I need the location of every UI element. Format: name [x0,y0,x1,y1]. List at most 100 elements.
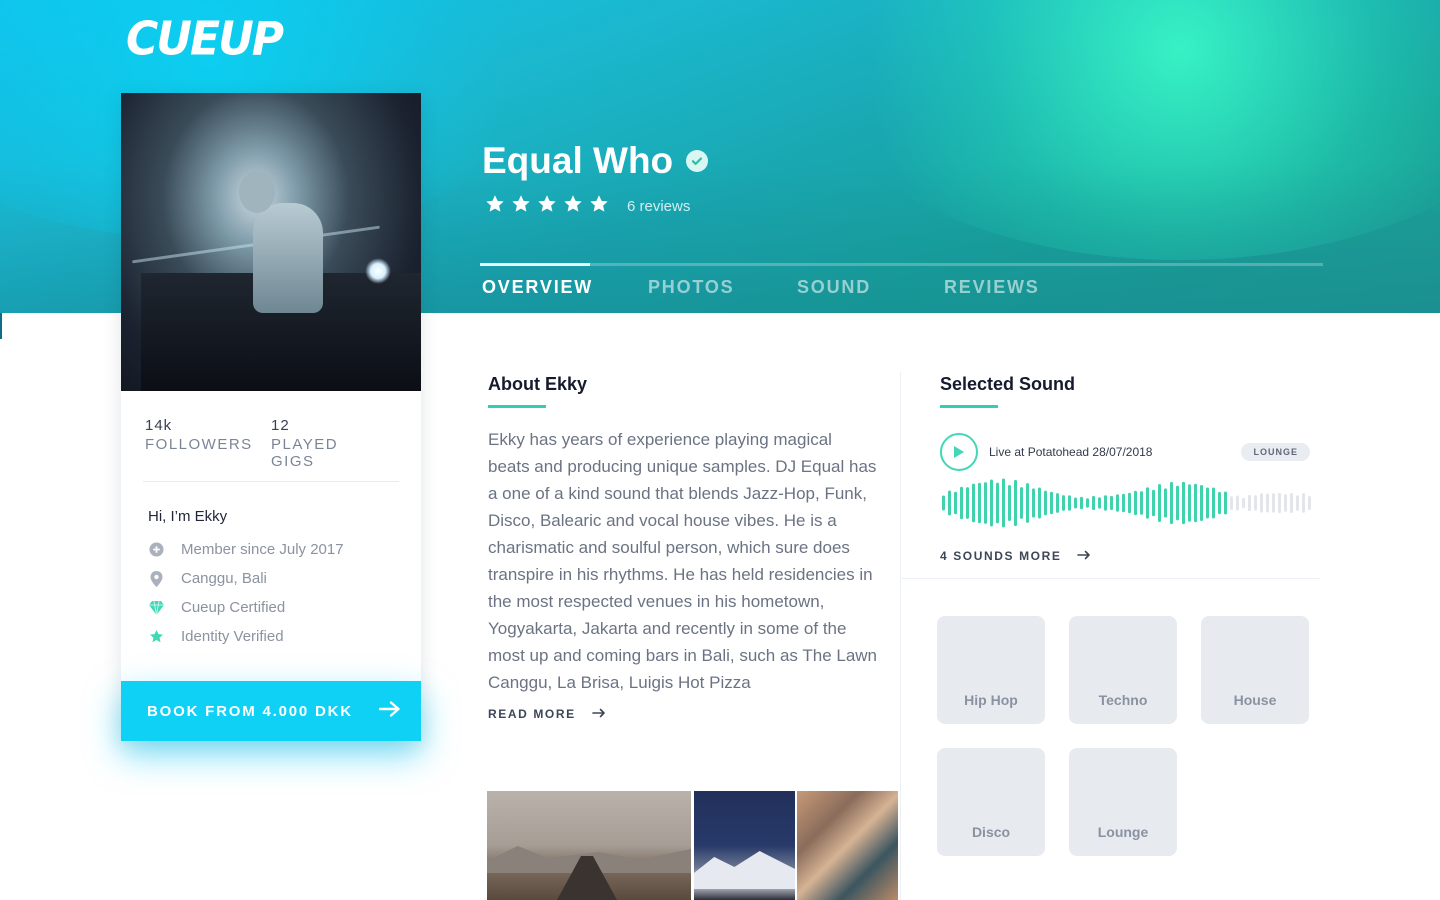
genre-tile-lounge[interactable]: Lounge [1069,748,1177,856]
profile-card: 14k FOLLOWERS 12 PLAYED GIGS Hi, I’m Ekk… [121,93,421,741]
genre-tile-hip-hop[interactable]: Hip Hop [937,616,1045,724]
waveform-bar [1296,495,1299,511]
waveform-bar [960,486,963,520]
waveform-bar [1116,494,1119,512]
photo-thumbnail[interactable] [694,791,795,900]
read-more-label: READ MORE [488,707,576,721]
star-icon [590,195,608,212]
photo-thumbnail[interactable] [797,791,898,900]
genre-tile-techno[interactable]: Techno [1069,616,1177,724]
sound-player: Live at Potatohead 28/07/2018 LOUNGE [940,432,1310,472]
star-icon [148,629,164,645]
left-edge-marker [0,313,2,339]
photo-thumbnail[interactable] [487,791,691,900]
selected-sound-section: Selected Sound Live at Potatohead 28/07/… [940,374,1312,563]
waveform-bar [1188,484,1191,522]
waveform-bar [948,490,951,516]
profile-tabs: OVERVIEW PHOTOS SOUND REVIEWS [482,277,1040,298]
waveform-bar [1032,488,1035,518]
genre-tile-house[interactable]: House [1201,616,1309,724]
star-icon [538,195,556,212]
genre-tile-disco[interactable]: Disco [937,748,1045,856]
waveform-bar [978,482,981,524]
plus-circle-icon [148,542,164,558]
play-button[interactable] [940,433,978,471]
waveform-bar [1128,492,1131,514]
info-identity: Identity Verified [148,622,394,651]
waveform-bar [984,482,987,524]
genre-badge: LOUNGE [1241,443,1310,461]
waveform-bar [1140,491,1143,515]
about-text: Ekky has years of experience playing mag… [488,430,878,692]
artist-name: Equal Who [482,140,709,182]
gigs-label: PLAYED GIGS [271,436,339,470]
waveform-bar [966,487,969,519]
star-icon [512,195,530,212]
waveform-bar [1254,495,1257,511]
waveform-bar [1092,495,1095,511]
track-title: Live at Potatohead 28/07/2018 [989,445,1153,459]
profile-info-list: Member since July 2017 Canggu, Bali Cueu… [121,525,421,651]
waveform-bar [1230,496,1233,510]
waveform-bar [1176,485,1179,521]
waveform-bar [1062,495,1065,511]
location-pin-icon [148,570,164,587]
tab-reviews[interactable]: REVIEWS [944,277,1040,298]
sounds-more-link[interactable]: 4 SOUNDS MORE [940,549,1310,563]
waveform-bar [1020,487,1023,519]
profile-stats: 14k FOLLOWERS 12 PLAYED GIGS [121,391,421,481]
waveform-bar [1056,493,1059,513]
book-button[interactable]: BOOK FROM 4.000 DKK [121,681,421,741]
waveform-bar [1308,495,1311,511]
waveform-bar [1038,487,1041,519]
arrow-right-icon [378,701,401,721]
waveform-bar [1278,492,1281,514]
gigs-stat: 12 PLAYED GIGS [271,417,369,481]
waveform-bar [1206,487,1209,519]
tab-overview[interactable]: OVERVIEW [482,277,648,298]
reviews-count[interactable]: 6 reviews [627,198,690,215]
waveform-bar [996,482,999,524]
waveform-bar [1248,494,1251,512]
about-title-underline [488,405,546,408]
tab-sound[interactable]: SOUND [797,277,944,298]
waveform-bar [1212,487,1215,519]
waveform-bar [1086,498,1089,508]
waveform-bar [1152,489,1155,517]
selected-sound-underline [940,405,998,408]
selected-sound-title: Selected Sound [940,374,1076,394]
waveform-bar [1044,490,1047,516]
greeting: Hi, I’m Ekky [148,508,228,525]
waveform-bar [954,491,957,515]
artist-photo [121,93,421,391]
waveform-bar [1182,481,1185,525]
waveform-bar [1290,492,1293,514]
rating: 6 reviews [485,194,690,219]
followers-stat: 14k FOLLOWERS [145,417,253,481]
cueup-logo[interactable]: CUEUP [126,13,284,67]
play-icon [954,446,964,458]
followers-label: FOLLOWERS [145,436,253,453]
waveform-bar [1008,484,1011,522]
sounds-more-label: 4 SOUNDS MORE [940,549,1062,563]
gigs-count: 12 [271,417,290,434]
read-more-link[interactable]: READ MORE [488,707,878,721]
waveform-bar [1098,497,1101,509]
waveform-bar [1284,494,1287,512]
waveform-bar [1122,493,1125,513]
member-since-text: Member since July 2017 [181,541,344,558]
waveform-bar [1158,483,1161,523]
rating-stars [485,194,615,219]
waveform-bar [1002,478,1005,528]
waveform-bar [1026,483,1029,523]
waveform-bar [942,495,945,511]
waveform-bar [1074,497,1077,509]
waveform-bar [1050,491,1053,515]
waveform[interactable] [940,478,1312,528]
tab-photos[interactable]: PHOTOS [648,277,797,298]
genre-tiles: Hip Hop Techno House Disco Lounge [937,616,1317,856]
followers-count: 14k [145,417,173,434]
waveform-bar [1200,484,1203,522]
waveform-bar [1170,481,1173,525]
star-icon [564,195,582,212]
